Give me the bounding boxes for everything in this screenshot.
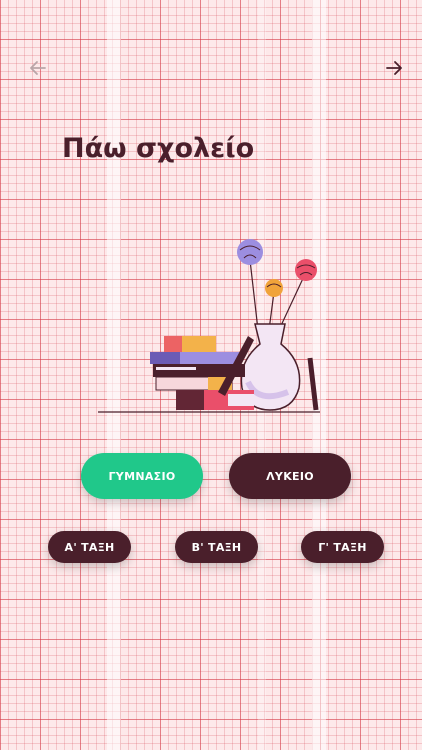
books-and-vase-illustration: [98, 239, 320, 413]
gymnasio-button[interactable]: ΓΥΜΝΑΣΙΟ: [81, 453, 203, 499]
page-title: Πάω σχολείο: [62, 133, 255, 164]
class-a-button[interactable]: Α' ΤΑΞΗ: [48, 531, 131, 563]
arrow-left-icon: [30, 61, 46, 75]
back-button[interactable]: [28, 58, 48, 78]
class-c-button[interactable]: Γ' ΤΑΞΗ: [301, 531, 384, 563]
forward-button[interactable]: [384, 58, 404, 78]
class-b-button[interactable]: Β' ΤΑΞΗ: [175, 531, 258, 563]
lykeio-button[interactable]: ΛΥΚΕΙΟ: [229, 453, 351, 499]
arrow-right-icon: [386, 61, 402, 75]
